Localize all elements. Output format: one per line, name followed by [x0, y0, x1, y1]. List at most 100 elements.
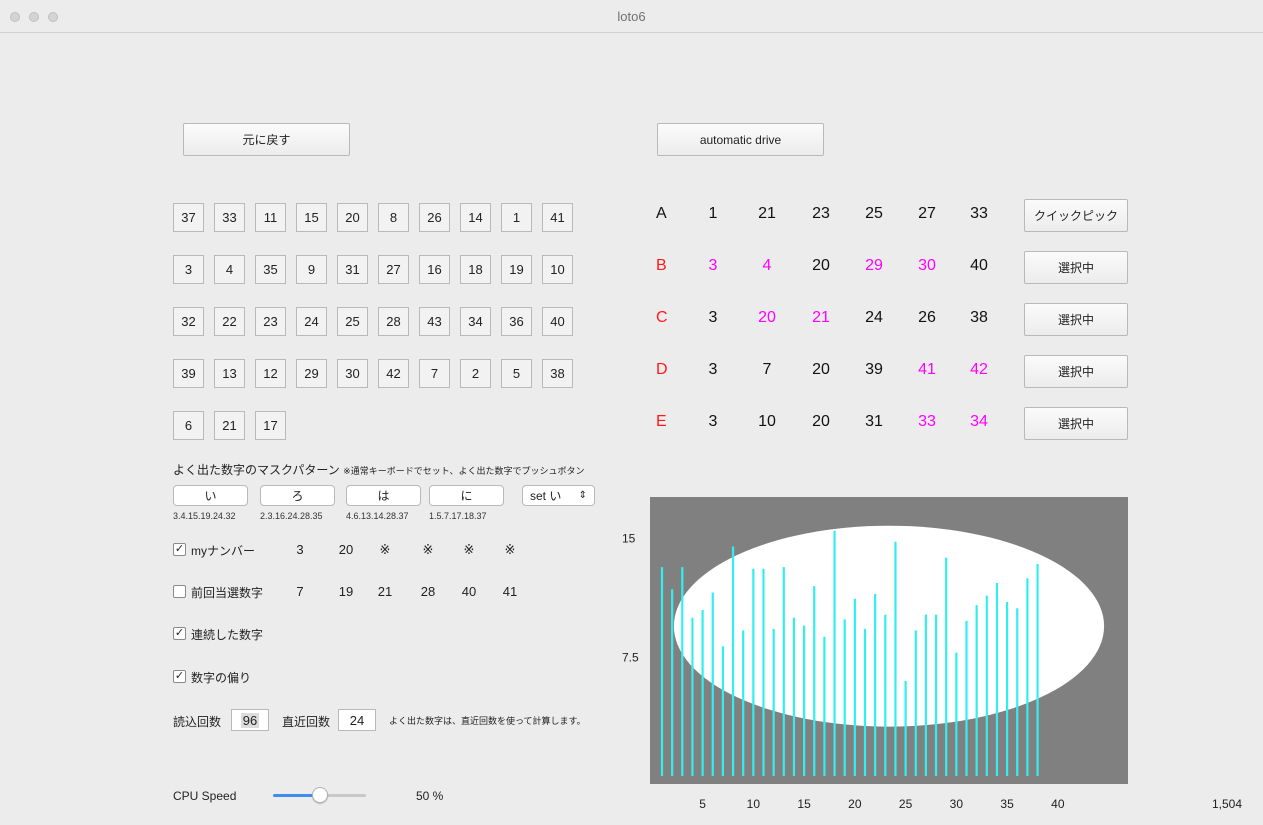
pick-number: 29: [865, 257, 883, 274]
number-button[interactable]: 20: [337, 203, 368, 232]
total-count: 1,504: [1212, 797, 1243, 811]
recent-count-label: 直近回数: [282, 715, 331, 729]
number-button[interactable]: 28: [378, 307, 409, 336]
selecting-button[interactable]: 選択中: [1024, 355, 1128, 388]
pick-row-letter: B: [656, 257, 667, 274]
number-button[interactable]: 27: [378, 255, 409, 284]
previous-winning-value: 19: [338, 584, 354, 599]
consecutive-numbers-label: 連続した数字: [191, 628, 264, 642]
number-bias-label: 数字の偏り: [191, 671, 252, 685]
pick-number: 4: [762, 257, 772, 274]
pick-number: 40: [970, 257, 988, 274]
number-button[interactable]: 32: [173, 307, 204, 336]
number-button[interactable]: 25: [337, 307, 368, 336]
y-tick-label: 15: [622, 532, 636, 546]
number-button[interactable]: 13: [214, 359, 245, 388]
mask-button[interactable]: は: [346, 485, 421, 506]
number-button[interactable]: 11: [255, 203, 286, 232]
number-button[interactable]: 38: [542, 359, 573, 388]
mask-set-select[interactable]: set い ⇕: [522, 485, 595, 506]
previous-winning-label: 前回当選数字: [191, 586, 264, 600]
number-button[interactable]: 3: [173, 255, 204, 284]
pick-number: 3: [708, 257, 718, 274]
my-number-value: 3: [296, 542, 304, 557]
x-tick-label: 10: [747, 797, 761, 811]
pick-number: 10: [758, 413, 776, 430]
number-button[interactable]: 41: [542, 203, 573, 232]
pick-number: 25: [865, 205, 883, 222]
number-button[interactable]: 39: [173, 359, 204, 388]
number-button[interactable]: 2: [460, 359, 491, 388]
selecting-button[interactable]: 選択中: [1024, 251, 1128, 284]
number-button[interactable]: 43: [419, 307, 450, 336]
window-title: loto6: [617, 9, 646, 24]
number-button[interactable]: 14: [460, 203, 491, 232]
number-button[interactable]: 26: [419, 203, 450, 232]
number-button[interactable]: 1: [501, 203, 532, 232]
mask-button[interactable]: い: [173, 485, 248, 506]
number-button[interactable]: 6: [173, 411, 204, 440]
consecutive-numbers-checkbox[interactable]: ✓: [173, 627, 186, 640]
number-button[interactable]: 18: [460, 255, 491, 284]
number-button[interactable]: 9: [296, 255, 327, 284]
mask-button[interactable]: に: [429, 485, 504, 506]
pick-number: 7: [762, 361, 772, 378]
number-button[interactable]: 7: [419, 359, 450, 388]
number-button[interactable]: 42: [378, 359, 409, 388]
pick-number: 38: [970, 309, 988, 326]
previous-winning-value: 7: [296, 584, 304, 599]
cpu-speed-slider[interactable]: [273, 787, 366, 803]
number-button[interactable]: 40: [542, 307, 573, 336]
number-button[interactable]: 29: [296, 359, 327, 388]
pick-number: 21: [758, 205, 776, 222]
recent-count-field[interactable]: 24: [338, 709, 376, 731]
pick-number: 20: [812, 257, 830, 274]
number-button[interactable]: 31: [337, 255, 368, 284]
number-button[interactable]: 5: [501, 359, 532, 388]
pick-number: 41: [918, 361, 936, 378]
cpu-speed-slider-knob[interactable]: [311, 787, 328, 803]
pick-number: 1: [708, 205, 718, 222]
quick-pick-button[interactable]: クイックピック: [1024, 199, 1128, 232]
read-count-field[interactable]: 96: [231, 709, 269, 731]
updown-chevron-icon: ⇕: [578, 490, 587, 501]
number-button[interactable]: 17: [255, 411, 286, 440]
number-button[interactable]: 36: [501, 307, 532, 336]
read-count-label: 読込回数: [173, 715, 222, 729]
my-number-value: ※: [504, 542, 516, 557]
pick-row-letter: C: [656, 309, 668, 326]
y-tick-label: 7.5: [622, 650, 639, 664]
number-button[interactable]: 15: [296, 203, 327, 232]
number-button[interactable]: 22: [214, 307, 245, 336]
undo-button[interactable]: 元に戻す: [183, 123, 350, 156]
number-button[interactable]: 12: [255, 359, 286, 388]
automatic-drive-button[interactable]: automatic drive: [657, 123, 824, 156]
number-button[interactable]: 35: [255, 255, 286, 284]
pick-number: 20: [758, 309, 776, 326]
previous-winning-value: 41: [502, 584, 518, 599]
mask-pattern-heading: よく出た数字のマスクパターン ※通常キーボードでセット、よく出た数字でプッシュボ…: [173, 461, 585, 478]
my-number-value: ※: [379, 542, 391, 557]
number-button[interactable]: 23: [255, 307, 286, 336]
pick-number: 3: [708, 413, 718, 430]
number-button[interactable]: 4: [214, 255, 245, 284]
number-button[interactable]: 19: [501, 255, 532, 284]
number-bias-checkbox[interactable]: ✓: [173, 670, 186, 683]
selecting-button[interactable]: 選択中: [1024, 407, 1128, 440]
number-button[interactable]: 34: [460, 307, 491, 336]
pick-number: 21: [812, 309, 830, 326]
selecting-button[interactable]: 選択中: [1024, 303, 1128, 336]
number-button[interactable]: 21: [214, 411, 245, 440]
pick-number: 3: [708, 361, 718, 378]
number-button[interactable]: 10: [542, 255, 573, 284]
number-button[interactable]: 30: [337, 359, 368, 388]
number-button[interactable]: 8: [378, 203, 409, 232]
number-button[interactable]: 33: [214, 203, 245, 232]
my-number-checkbox[interactable]: ✓: [173, 543, 186, 556]
number-button[interactable]: 37: [173, 203, 204, 232]
number-button[interactable]: 16: [419, 255, 450, 284]
pick-number: 20: [812, 413, 830, 430]
mask-button[interactable]: ろ: [260, 485, 335, 506]
previous-winning-checkbox[interactable]: [173, 585, 186, 598]
number-button[interactable]: 24: [296, 307, 327, 336]
